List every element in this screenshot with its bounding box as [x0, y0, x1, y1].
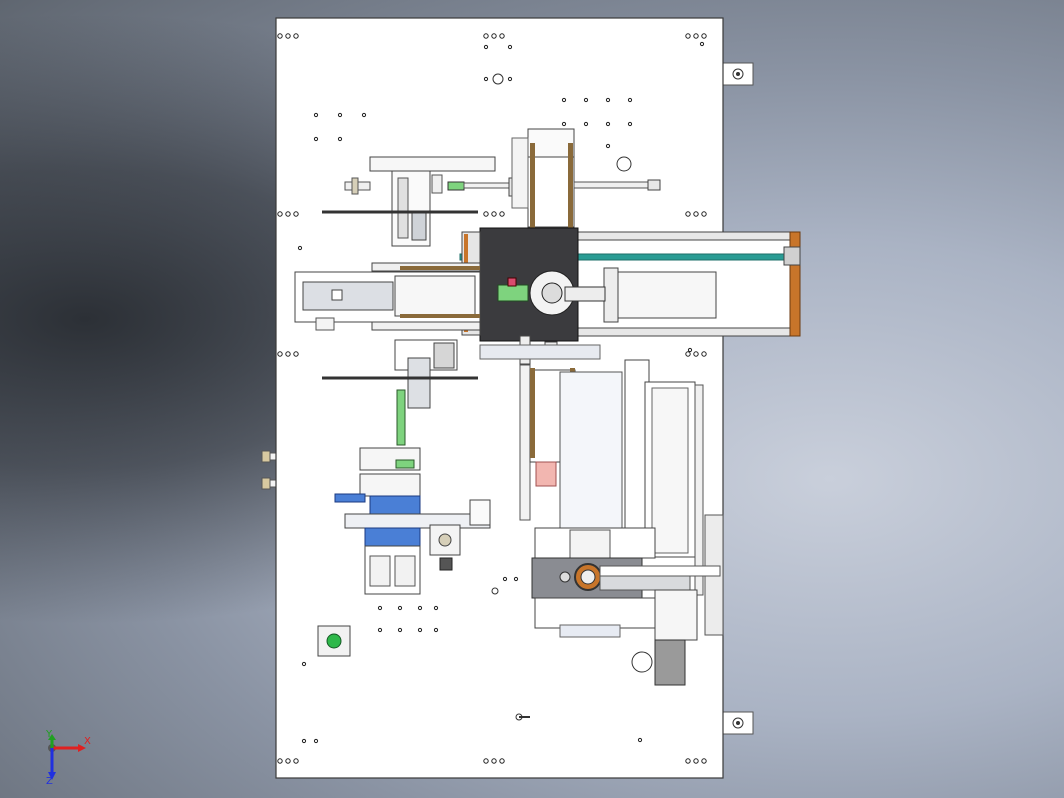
triad-y-label: Y: [45, 729, 53, 740]
triad-z-label: Z: [46, 776, 53, 787]
start-button[interactable]: [317, 625, 351, 657]
coordinate-triad: X Y Z: [45, 729, 91, 787]
cad-viewport[interactable]: X Y Z: [0, 0, 1064, 798]
triad-x-label: X: [84, 736, 91, 747]
horizontal-transfer-slide: [294, 262, 481, 331]
